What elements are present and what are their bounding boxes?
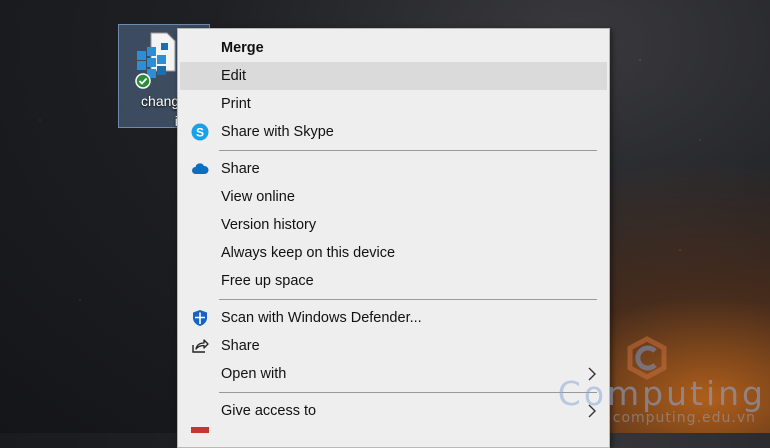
watermark-url: computing.edu.vn [612, 410, 756, 426]
menu-item-scan-defender[interactable]: Scan with Windows Defender... [180, 304, 607, 332]
menu-item-view-online[interactable]: View online [180, 183, 607, 211]
menu-separator [219, 299, 597, 300]
menu-item-onedrive-share[interactable]: Share [180, 155, 607, 183]
skype-icon: S [191, 123, 209, 141]
menu-item-free-up-space[interactable]: Free up space [180, 267, 607, 295]
menu-item-always-keep[interactable]: Always keep on this device [180, 239, 607, 267]
menu-item-version-history[interactable]: Version history [180, 211, 607, 239]
svg-text:S: S [196, 126, 204, 140]
share-icon [192, 339, 209, 353]
onedrive-cloud-icon [192, 163, 209, 174]
windows-defender-shield-icon [193, 310, 207, 326]
watermark-brand: Computing [557, 374, 766, 413]
menu-separator [219, 150, 597, 151]
menu-item-merge[interactable]: Merge [180, 34, 607, 62]
watermark: Computing computing.edu.vn [530, 336, 770, 433]
next-item-icon-partial [191, 427, 209, 433]
registry-file-icon [135, 32, 176, 89]
menu-item-print[interactable]: Print [180, 90, 607, 118]
menu-item-share-with-skype[interactable]: S Share with Skype [180, 118, 607, 146]
menu-item-edit[interactable]: Edit [180, 62, 607, 90]
